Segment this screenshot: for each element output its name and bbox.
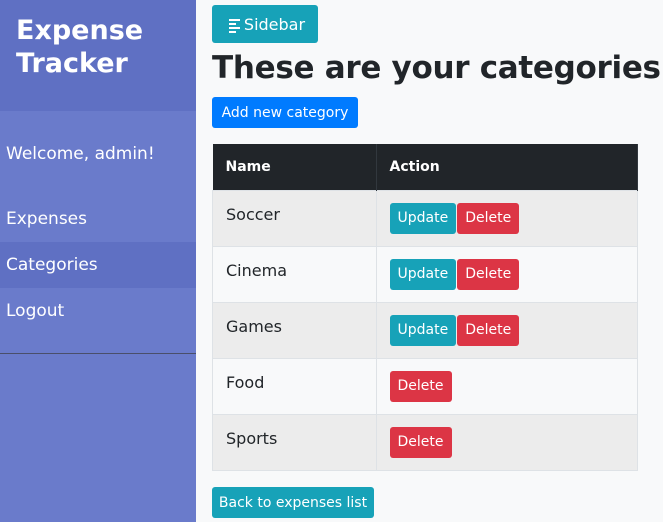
category-name: Soccer xyxy=(212,190,377,247)
category-actions: Delete xyxy=(375,414,638,471)
page-title: These are your categories: xyxy=(212,50,663,86)
table-row: Food Delete xyxy=(212,358,638,415)
sidebar: Expense Tracker Welcome, admin! Expenses… xyxy=(0,0,196,522)
sidebar-item-expenses[interactable]: Expenses xyxy=(0,196,196,242)
table-row: Soccer Update Delete xyxy=(212,190,638,247)
welcome-text: Welcome, admin! xyxy=(6,144,155,164)
sidebar-toggle-button[interactable]: Sidebar xyxy=(212,5,318,43)
category-name: Sports xyxy=(212,414,377,471)
update-button[interactable]: Update xyxy=(389,203,457,234)
update-button[interactable]: Update xyxy=(389,315,457,346)
category-name: Food xyxy=(212,358,377,415)
sidebar-header: Expense Tracker xyxy=(0,0,196,111)
category-actions: Update Delete xyxy=(375,190,638,247)
category-actions: Update Delete xyxy=(375,302,638,359)
delete-button[interactable]: Delete xyxy=(389,427,452,458)
delete-button[interactable]: Delete xyxy=(457,259,520,290)
app-brand: Expense Tracker xyxy=(16,15,144,79)
delete-button[interactable]: Delete xyxy=(457,315,520,346)
categories-table: Name Action Soccer Update Delete Cinema U… xyxy=(212,144,638,471)
table-row: Sports Delete xyxy=(212,414,638,471)
table-header-row: Name Action xyxy=(212,144,638,191)
align-left-icon xyxy=(228,17,240,35)
category-actions: Update Delete xyxy=(375,246,638,303)
sidebar-item-logout[interactable]: Logout xyxy=(0,288,196,334)
sidebar-toggle-label: Sidebar xyxy=(243,15,306,34)
category-actions: Delete xyxy=(375,358,638,415)
category-name: Games xyxy=(212,302,377,359)
sidebar-nav: Expenses Categories Logout xyxy=(0,196,196,334)
update-button[interactable]: Update xyxy=(389,259,457,290)
back-to-expenses-button[interactable]: Back to expenses list xyxy=(212,487,374,518)
sidebar-divider xyxy=(0,353,196,354)
add-category-button[interactable]: Add new category xyxy=(212,97,358,128)
delete-button[interactable]: Delete xyxy=(457,203,520,234)
column-header-name: Name xyxy=(212,144,377,191)
delete-button[interactable]: Delete xyxy=(389,371,452,402)
table-row: Cinema Update Delete xyxy=(212,246,638,303)
table-row: Games Update Delete xyxy=(212,302,638,359)
column-header-action: Action xyxy=(376,144,638,191)
category-name: Cinema xyxy=(212,246,377,303)
sidebar-item-categories[interactable]: Categories xyxy=(0,242,196,288)
